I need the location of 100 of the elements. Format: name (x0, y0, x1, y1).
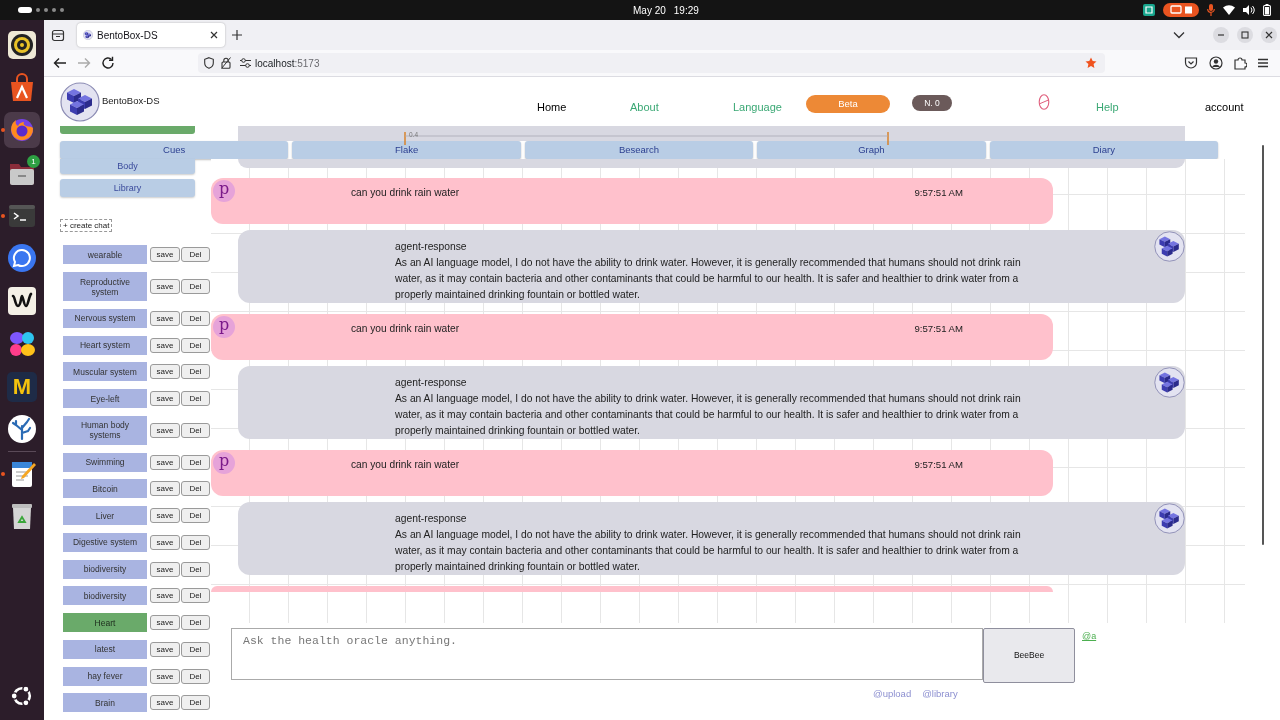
speaker-icon[interactable] (7, 30, 37, 60)
delete-button[interactable]: Del (181, 422, 210, 438)
delete-button[interactable]: Del (181, 561, 210, 577)
delete-button[interactable]: Del (181, 695, 210, 711)
chat-item[interactable]: Muscular system (63, 362, 147, 382)
chat-item[interactable]: Eye-left (63, 389, 147, 408)
save-button[interactable]: save (150, 337, 180, 353)
chat-item[interactable]: Reproductive system (63, 272, 147, 301)
tab[interactable]: Graph (757, 141, 986, 160)
restore-icon[interactable] (1237, 27, 1253, 43)
delete-button[interactable]: Del (181, 534, 210, 550)
lock-icon[interactable] (221, 57, 231, 69)
save-button[interactable]: save (150, 454, 180, 470)
url-text[interactable]: localhost:5173 (255, 55, 320, 71)
wifi-icon[interactable] (1223, 5, 1235, 15)
chat-item[interactable]: Brain (63, 693, 147, 713)
plus-icon[interactable] (231, 29, 243, 41)
chat-item[interactable]: hay fever (63, 666, 147, 686)
save-button[interactable]: save (150, 364, 180, 380)
delete-button[interactable]: Del (181, 310, 210, 326)
create-chat-button[interactable]: + create chat (60, 219, 113, 233)
browser-tab[interactable]: BentoBox-DS (77, 23, 225, 47)
save-button[interactable]: save (150, 561, 180, 577)
nav-link[interactable]: Home (537, 101, 567, 114)
screen-share-indicator-icon[interactable] (1163, 3, 1199, 17)
save-button[interactable]: save (150, 534, 180, 550)
chat-item[interactable]: Heart system (63, 335, 147, 355)
workspace-indicator-icon[interactable] (18, 6, 66, 14)
close-icon[interactable] (209, 30, 219, 40)
app-indicator-icon[interactable] (1143, 4, 1155, 16)
delete-button[interactable]: Del (181, 391, 210, 406)
save-button[interactable]: save (150, 310, 180, 326)
save-button[interactable]: save (150, 668, 180, 684)
coral-icon[interactable] (7, 414, 37, 445)
menu-icon[interactable] (1256, 56, 1270, 70)
delete-button[interactable]: Del (181, 454, 210, 470)
chevron-down-icon[interactable] (1173, 31, 1185, 39)
save-to-pocket-icon[interactable] (1184, 56, 1198, 70)
chat-item[interactable]: Digestive system (63, 532, 147, 552)
bookmark-star-icon[interactable] (1085, 57, 1097, 69)
delete-button[interactable]: Del (181, 668, 210, 684)
chat-item[interactable]: Nervous system (63, 308, 147, 328)
nav-link[interactable]: account (1205, 101, 1244, 114)
clock-time[interactable]: 19:29 (673, 2, 699, 18)
send-button[interactable]: BeeBee (983, 628, 1075, 684)
save-button[interactable]: save (150, 588, 180, 604)
chat-item[interactable]: Human body systems (63, 415, 147, 445)
delete-button[interactable]: Del (181, 615, 210, 630)
account-icon[interactable] (1209, 56, 1223, 70)
cubes-logo-icon[interactable] (60, 81, 100, 122)
delete-button[interactable]: Del (181, 508, 210, 523)
volume-icon[interactable] (1243, 5, 1255, 15)
chat-item[interactable]: Bitcoin (63, 479, 147, 499)
save-button[interactable]: save (150, 391, 180, 406)
delete-button[interactable]: Del (181, 247, 210, 263)
delete-button[interactable]: Del (181, 641, 210, 657)
delete-button[interactable]: Del (181, 588, 210, 604)
save-button[interactable]: save (150, 247, 180, 263)
chat-bubble-icon[interactable] (7, 243, 37, 274)
tab[interactable]: Diary (989, 141, 1219, 160)
chat-item[interactable]: latest (63, 639, 147, 659)
reload-icon[interactable] (101, 56, 115, 70)
delete-button[interactable]: Del (181, 279, 210, 294)
close-icon[interactable] (1261, 27, 1277, 43)
scrollbar[interactable] (1262, 145, 1264, 545)
save-button[interactable]: save (150, 481, 180, 497)
tab-list-icon[interactable] (51, 28, 65, 42)
save-button[interactable]: save (150, 695, 180, 711)
delete-button[interactable]: Del (181, 337, 210, 353)
chat-item[interactable]: biodiversity (63, 559, 147, 579)
microphone-icon[interactable] (1207, 4, 1215, 16)
tab[interactable]: Besearch (524, 141, 754, 160)
chat-item[interactable]: Swimming (63, 452, 147, 472)
sidebar-button[interactable]: Library (60, 179, 195, 198)
delete-button[interactable]: Del (181, 364, 210, 380)
clock-date[interactable]: May 20 (633, 2, 666, 18)
chat-item[interactable]: biodiversity (63, 586, 147, 606)
tab[interactable]: Flake (292, 141, 521, 160)
extensions-icon[interactable] (1233, 56, 1247, 70)
battery-icon[interactable] (1263, 4, 1271, 16)
browser-icon[interactable] (4, 112, 40, 149)
chat-item[interactable]: Heart (63, 613, 147, 632)
address-bar[interactable]: localhost:5173 (198, 53, 1105, 73)
tab[interactable]: Cues (60, 141, 289, 160)
save-button[interactable]: save (150, 508, 180, 523)
sidebar-button[interactable]: Body (60, 159, 195, 175)
shield-icon[interactable] (204, 57, 214, 69)
message-input[interactable]: Ask the health oracle anything. (231, 628, 983, 681)
save-button[interactable]: save (150, 641, 180, 657)
save-button[interactable]: save (150, 615, 180, 630)
save-button[interactable]: save (150, 422, 180, 438)
chat-item[interactable]: Liver (63, 506, 147, 525)
delete-button[interactable]: Del (181, 481, 210, 497)
zigzag-tile-icon[interactable] (7, 286, 37, 317)
sliders-icon[interactable] (240, 58, 251, 68)
chat-item[interactable]: wearable (63, 245, 147, 265)
oval-icon[interactable] (1038, 93, 1050, 110)
minimize-icon[interactable] (1213, 27, 1229, 43)
app-tile[interactable]: M (7, 371, 37, 402)
save-button[interactable]: save (150, 279, 180, 294)
